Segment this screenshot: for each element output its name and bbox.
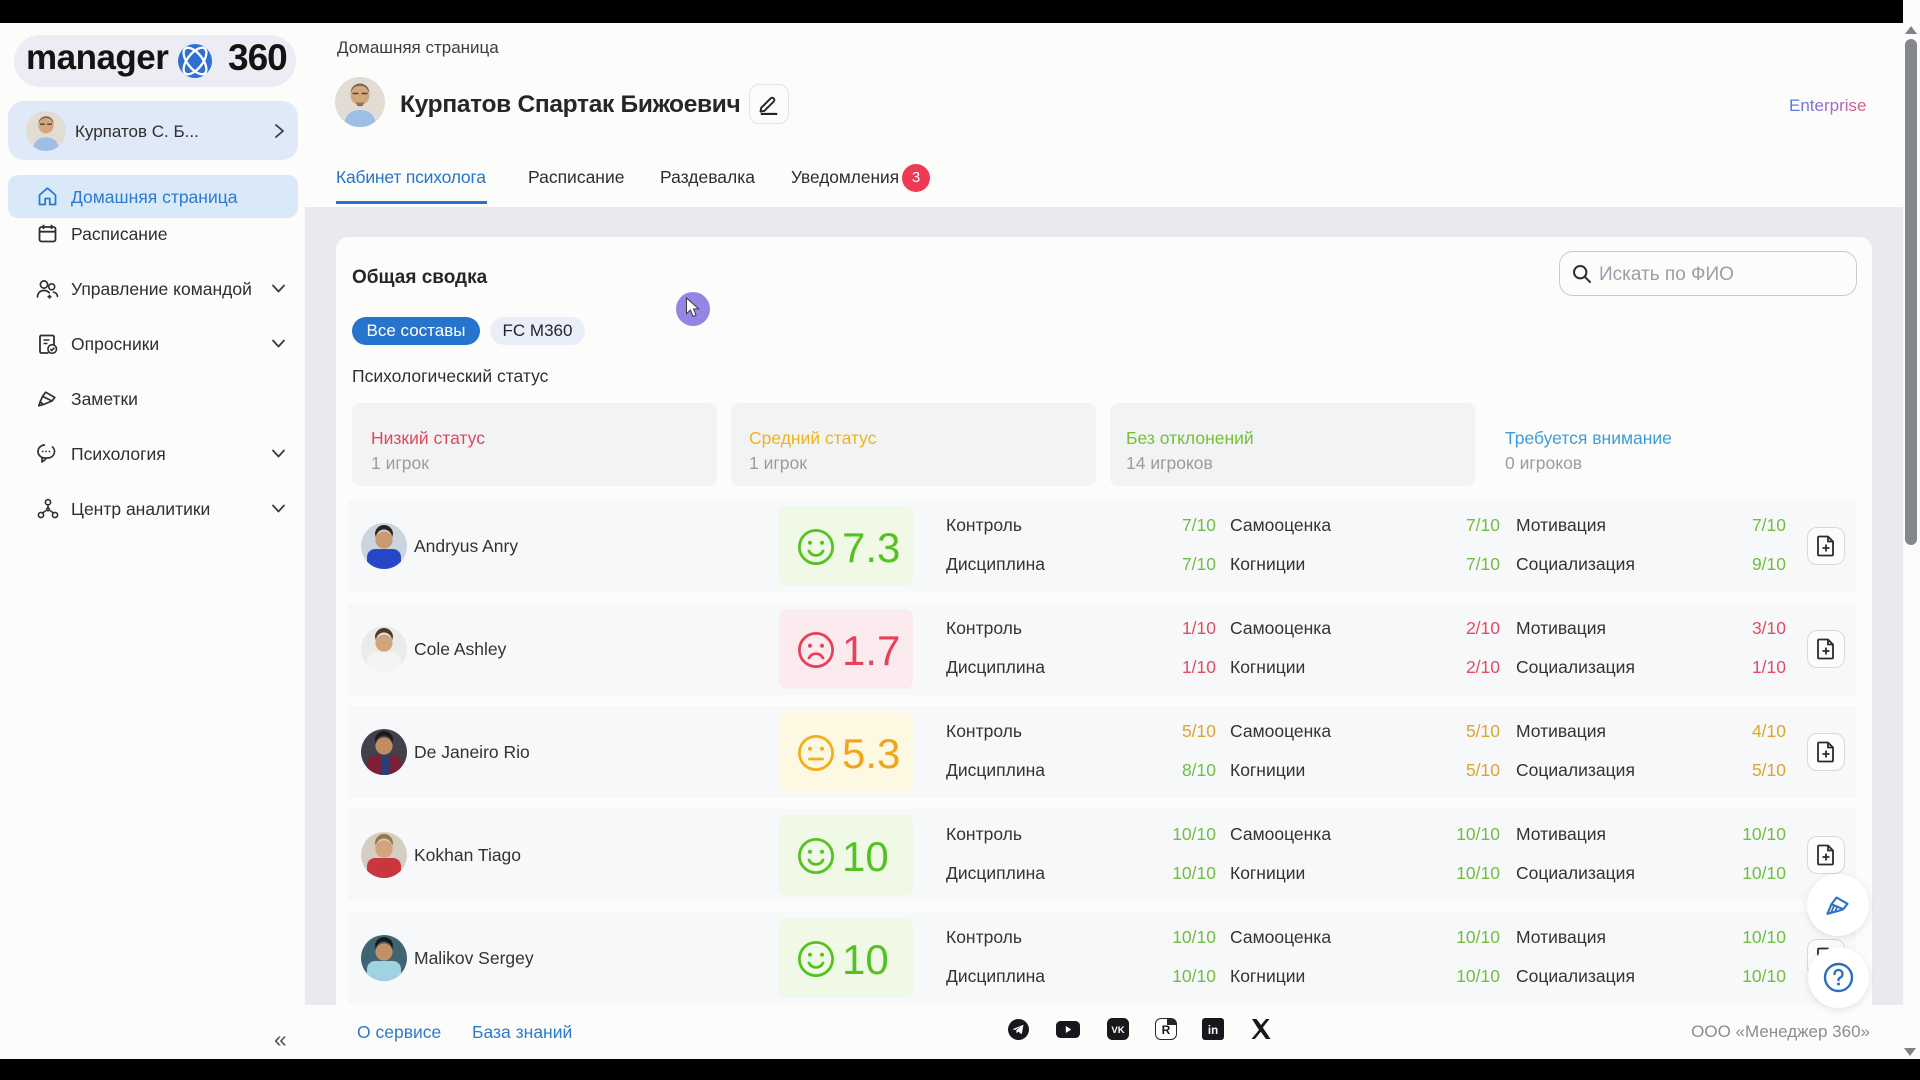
svg-text:in: in — [1208, 1025, 1218, 1037]
svg-text:R: R — [1162, 1023, 1171, 1037]
svg-text:VK: VK — [1111, 1025, 1124, 1036]
